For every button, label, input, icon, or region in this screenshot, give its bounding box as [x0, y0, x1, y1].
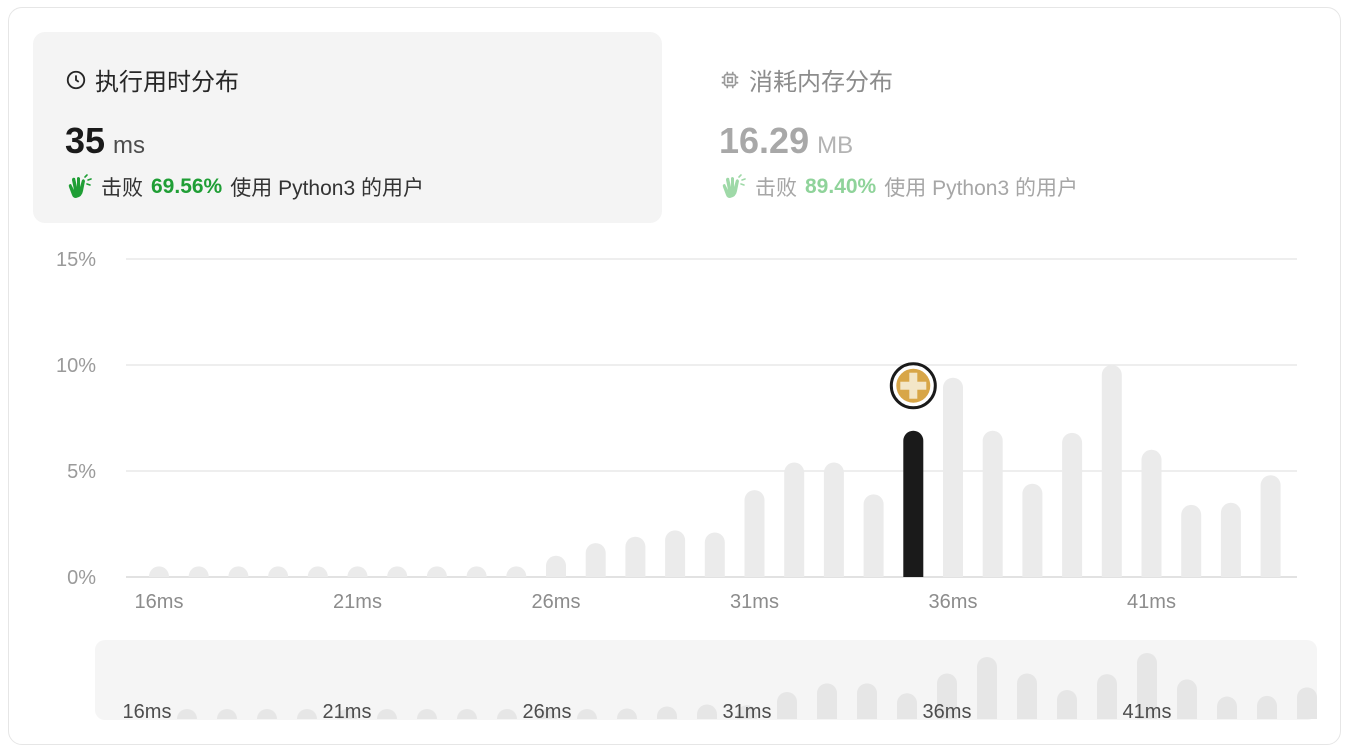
overview-bar: [1217, 696, 1237, 719]
overview-bar: [1297, 687, 1317, 719]
overview-x-label: 41ms: [1123, 701, 1172, 723]
overview-bar: [1257, 695, 1277, 719]
overview-x-label: 21ms: [323, 701, 372, 723]
overview-bar: [1097, 674, 1117, 719]
overview-bar: [777, 691, 797, 719]
overview-x-label: 16ms: [123, 701, 172, 723]
overview-bar: [977, 656, 997, 719]
overview-bar: [1057, 689, 1077, 719]
overview-brush-chart[interactable]: 16ms 21ms 26ms 31ms 36ms 41ms: [0, 0, 1350, 752]
overview-x-label: 26ms: [523, 701, 572, 723]
overview-bar: [817, 683, 837, 719]
overview-x-label: 31ms: [723, 701, 772, 723]
overview-bar: [897, 693, 917, 719]
overview-bar: [1177, 679, 1197, 719]
overview-x-label: 36ms: [923, 701, 972, 723]
overview-bar: [1017, 673, 1037, 719]
overview-bar: [857, 683, 877, 719]
